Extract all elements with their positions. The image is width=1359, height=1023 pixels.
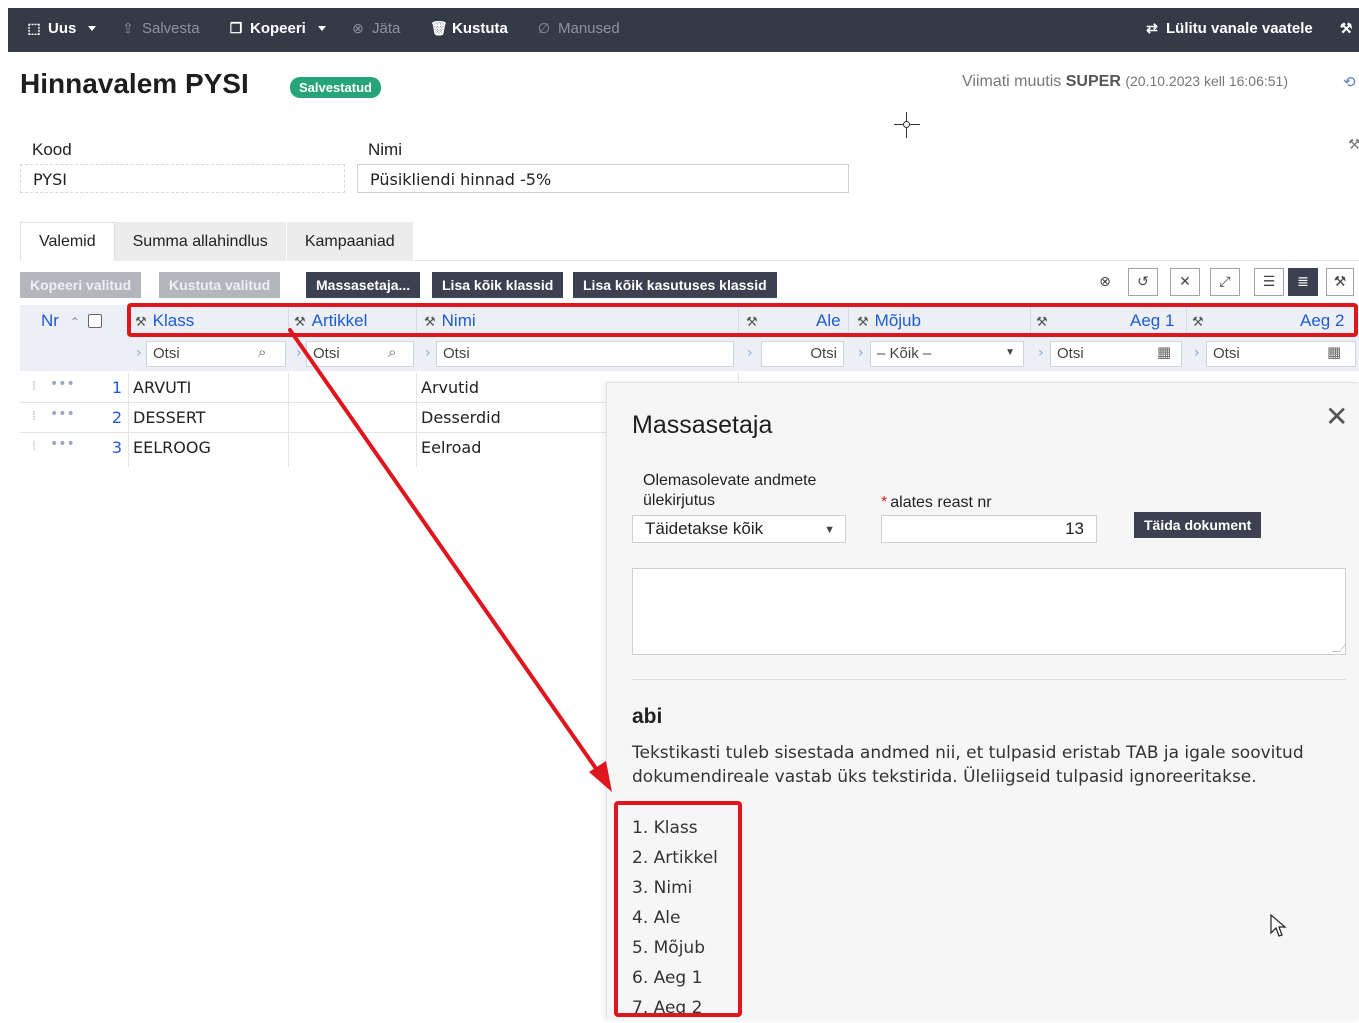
mouse-pointer-icon <box>1270 913 1287 937</box>
annotation-arrow <box>288 328 612 792</box>
